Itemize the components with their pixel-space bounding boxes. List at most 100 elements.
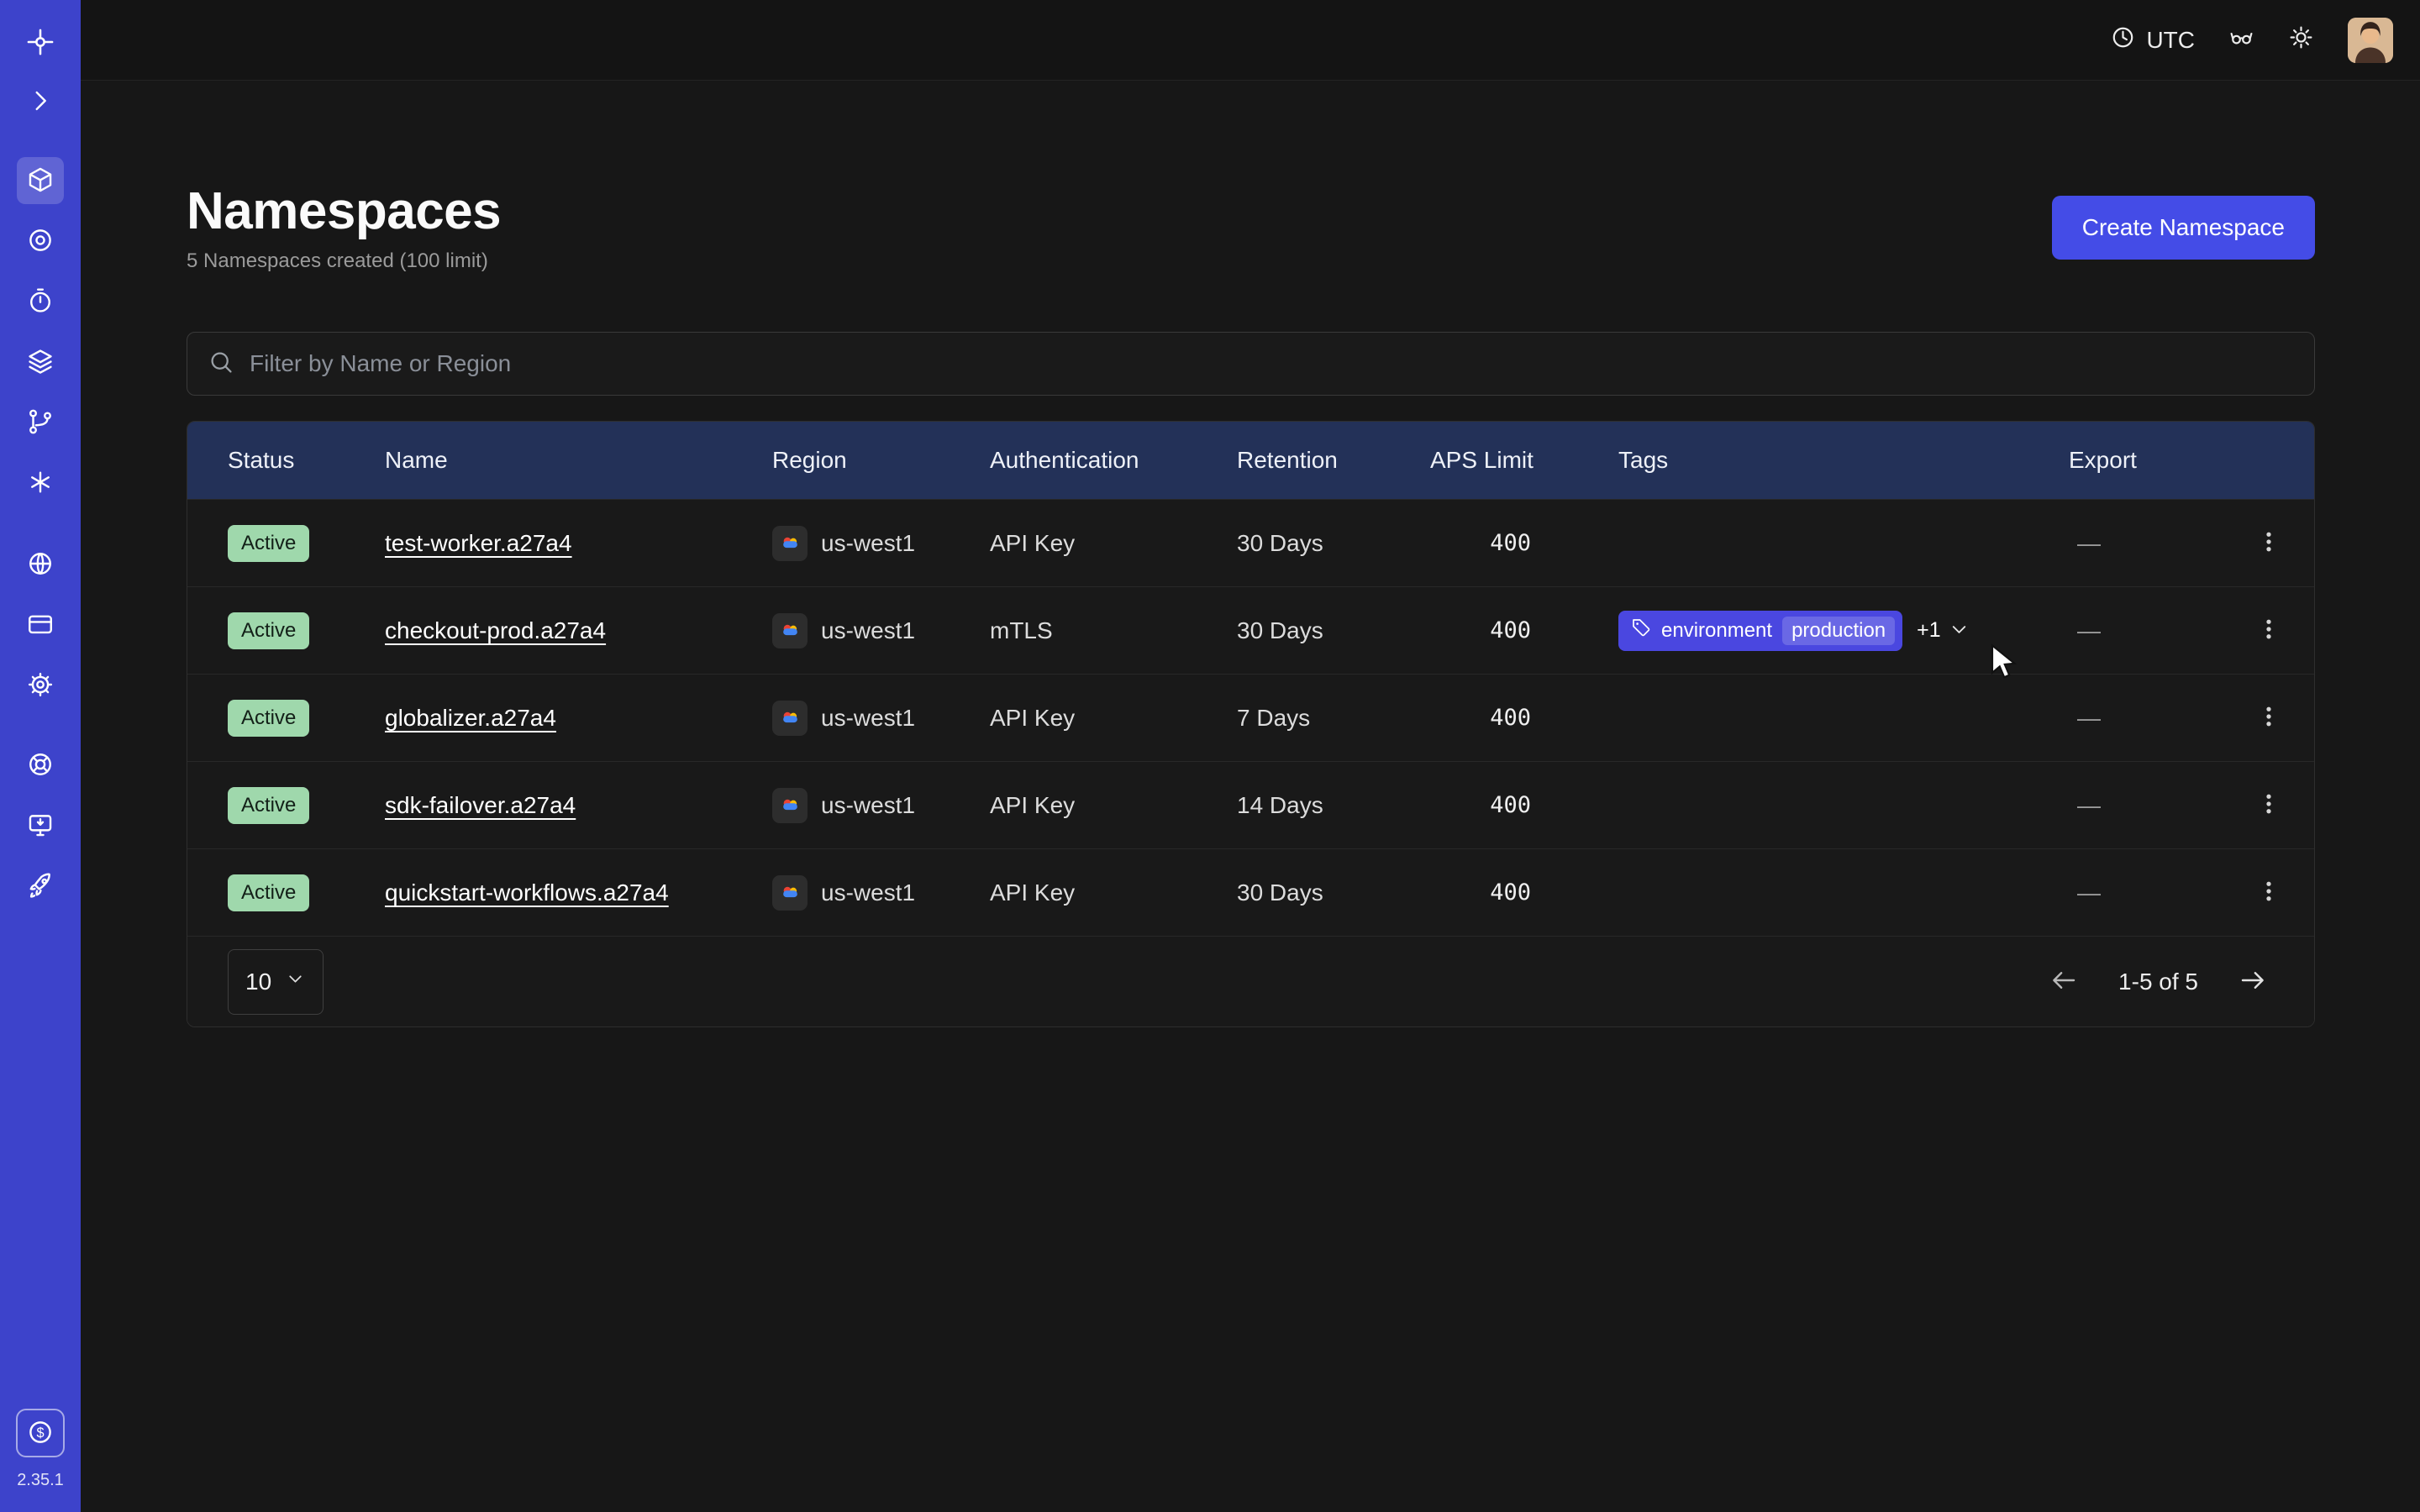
sidebar-item-regions[interactable] xyxy=(17,541,64,588)
sidebar-item-nexus[interactable] xyxy=(17,459,64,507)
retention-cell: 30 Days xyxy=(1237,617,1430,644)
aps-limit-cell: 400 xyxy=(1430,617,1618,643)
kebab-menu-icon xyxy=(2256,879,2281,906)
labs-toggle-button[interactable] xyxy=(2228,24,2254,56)
theme-toggle-button[interactable] xyxy=(2288,24,2314,56)
topbar: UTC xyxy=(81,0,2420,81)
sidebar-item-workflows[interactable] xyxy=(17,218,64,265)
namespace-link[interactable]: checkout-prod.a27a4 xyxy=(385,617,606,644)
table-footer: 10 1-5 of 5 xyxy=(187,936,2314,1026)
pagination: 1-5 of 5 xyxy=(2049,966,2267,997)
tags-expand-button[interactable] xyxy=(1948,618,1970,643)
page-size-select[interactable]: 10 xyxy=(228,949,324,1015)
region-label: us-west1 xyxy=(821,792,915,819)
kebab-menu-icon xyxy=(2256,791,2281,819)
sidebar-item-settings[interactable] xyxy=(17,662,64,709)
next-page-button[interactable] xyxy=(2238,966,2267,997)
sidebar-item-deployments[interactable] xyxy=(17,339,64,386)
aps-limit-cell: 400 xyxy=(1430,705,1618,731)
status-badge: Active xyxy=(228,874,309,911)
region-label: us-west1 xyxy=(821,617,915,644)
region-label: us-west1 xyxy=(821,705,915,732)
tags-cell: environment production +1 xyxy=(1618,611,2069,651)
table-row: Active checkout-prod.a27a4 us-west1 mTLS… xyxy=(187,586,2314,674)
tag-pill[interactable]: environment production xyxy=(1618,611,1902,651)
retention-cell: 30 Days xyxy=(1237,530,1430,557)
sidebar-item-namespaces[interactable] xyxy=(17,157,64,204)
export-cell: — xyxy=(2069,705,2223,732)
auth-cell: API Key xyxy=(990,792,1237,819)
namespace-link[interactable]: quickstart-workflows.a27a4 xyxy=(385,879,669,906)
status-badge: Active xyxy=(228,787,309,824)
row-menu-button[interactable] xyxy=(2247,784,2291,827)
chevron-down-icon xyxy=(1948,618,1970,643)
column-header-region: Region xyxy=(772,447,990,474)
column-header-name: Name xyxy=(385,447,772,474)
sidebar-item-getting-started[interactable] xyxy=(17,802,64,849)
sidebar-nav-primary xyxy=(17,157,64,520)
prev-page-button[interactable] xyxy=(2049,966,2078,997)
sidebar-item-batch-operations[interactable] xyxy=(17,399,64,446)
sidebar: $ 2.35.1 xyxy=(0,0,81,1512)
table-header-row: Status Name Region Authentication Retent… xyxy=(187,422,2314,499)
status-badge: Active xyxy=(228,525,309,562)
export-cell: — xyxy=(2069,879,2223,906)
page-title: Namespaces xyxy=(187,181,501,241)
lifebuoy-icon xyxy=(26,750,55,781)
app-root: $ 2.35.1 UTC Namespaces xyxy=(0,0,2420,1512)
status-badge: Active xyxy=(228,612,309,649)
search-box[interactable] xyxy=(187,332,2315,396)
temporal-logo-icon xyxy=(17,18,64,66)
create-namespace-button[interactable]: Create Namespace xyxy=(2052,196,2315,260)
sidebar-item-support[interactable] xyxy=(17,742,64,789)
glasses-icon xyxy=(2228,24,2254,56)
gcp-logo-icon xyxy=(772,788,808,823)
export-cell: — xyxy=(2069,530,2223,557)
sidebar-expand-button[interactable] xyxy=(17,78,64,125)
chevron-down-icon xyxy=(285,969,306,995)
column-header-tags: Tags xyxy=(1618,447,2069,474)
tag-key: environment xyxy=(1661,619,1772,643)
aps-limit-cell: 400 xyxy=(1430,792,1618,818)
arrow-left-icon xyxy=(2049,966,2078,997)
namespace-link[interactable]: test-worker.a27a4 xyxy=(385,530,572,557)
namespace-link[interactable]: globalizer.a27a4 xyxy=(385,705,556,732)
table-row: Active test-worker.a27a4 us-west1 API Ke… xyxy=(187,499,2314,586)
namespace-link[interactable]: sdk-failover.a27a4 xyxy=(385,792,576,819)
export-cell: — xyxy=(2069,792,2223,819)
aps-limit-cell: 400 xyxy=(1430,879,1618,906)
gcp-logo-icon xyxy=(772,613,808,648)
sidebar-item-billing[interactable] xyxy=(17,601,64,648)
sidebar-item-onboarding[interactable] xyxy=(17,863,64,910)
gcp-logo-icon xyxy=(772,875,808,911)
avatar[interactable] xyxy=(2348,18,2393,63)
globe-icon xyxy=(26,549,55,580)
column-header-authentication: Authentication xyxy=(990,447,1237,474)
region-label: us-west1 xyxy=(821,879,915,906)
tags-more-count: +1 xyxy=(1917,618,1941,643)
app-version: 2.35.1 xyxy=(17,1471,64,1490)
auth-cell: mTLS xyxy=(990,617,1237,644)
row-menu-button[interactable] xyxy=(2247,522,2291,565)
sidebar-item-schedules[interactable] xyxy=(17,278,64,325)
page-size-value: 10 xyxy=(245,969,271,995)
svg-text:$: $ xyxy=(36,1425,44,1441)
table-row: Active sdk-failover.a27a4 us-west1 API K… xyxy=(187,761,2314,848)
timezone-button[interactable]: UTC xyxy=(2110,24,2195,56)
search-input[interactable] xyxy=(250,350,2294,377)
clock-icon xyxy=(2110,24,2136,56)
retention-cell: 30 Days xyxy=(1237,879,1430,906)
sidebar-bottom: $ 2.35.1 xyxy=(16,1409,65,1490)
kebab-menu-icon xyxy=(2256,529,2281,557)
usage-dollar-icon: $ xyxy=(26,1418,55,1449)
page-header: Namespaces 5 Namespaces created (100 lim… xyxy=(187,181,2315,273)
row-menu-button[interactable] xyxy=(2247,696,2291,740)
content-column: UTC Namespaces 5 Namespaces created (100… xyxy=(81,0,2420,1512)
tag-icon xyxy=(1631,617,1651,643)
row-menu-button[interactable] xyxy=(2247,871,2291,915)
disc-icon xyxy=(26,226,55,257)
gear-icon xyxy=(26,670,55,701)
tag-value: production xyxy=(1782,617,1895,645)
row-menu-button[interactable] xyxy=(2247,609,2291,653)
usage-button[interactable]: $ xyxy=(16,1409,65,1457)
